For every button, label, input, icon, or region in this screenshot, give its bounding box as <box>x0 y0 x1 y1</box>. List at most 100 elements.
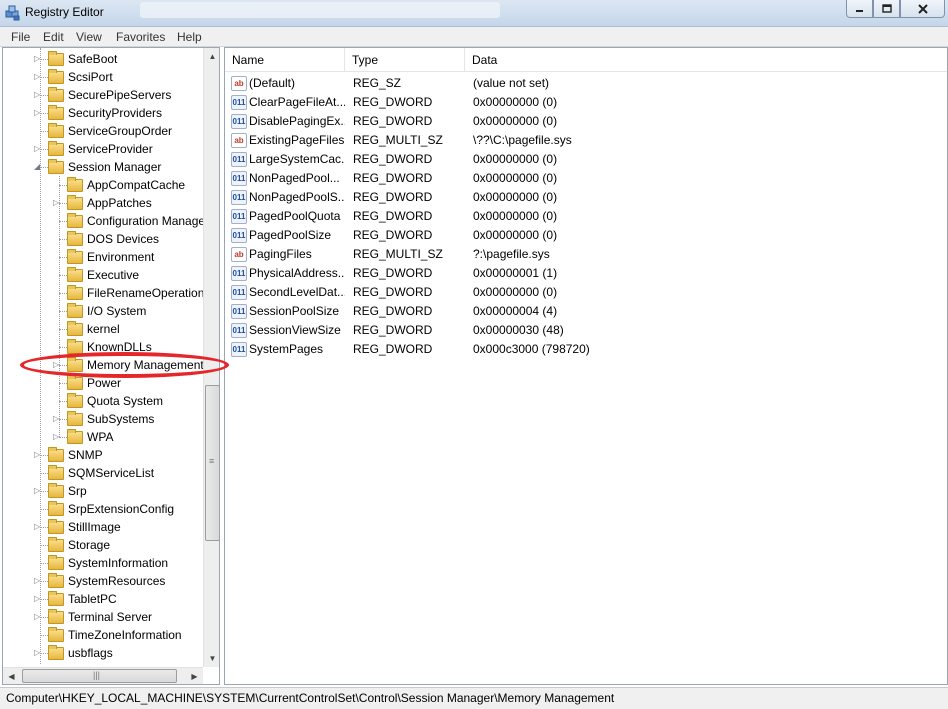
tree-item[interactable]: ▷ Srp <box>3 482 203 500</box>
tree-item[interactable]: ▷ StillImage <box>3 518 203 536</box>
expand-arrow-icon[interactable]: ▷ <box>34 572 44 590</box>
value-row[interactable]: 011 PagedPoolSize REG_DWORD 0x00000000 (0) <box>225 226 947 245</box>
tree-horizontal-scrollbar[interactable]: ◀ ||| ▶ <box>3 667 203 684</box>
tree-item[interactable]: ▷ SafeBoot <box>3 50 203 68</box>
maximize-button[interactable] <box>873 0 900 18</box>
tree-item[interactable]: ▷ TabletPC <box>3 590 203 608</box>
expand-arrow-icon[interactable]: ▷ <box>53 194 63 212</box>
value-row[interactable]: ab (Default) REG_SZ (value not set) <box>225 74 947 93</box>
tree-item[interactable]: ▷ AppPatches <box>3 194 203 212</box>
tree-item[interactable]: DOS Devices <box>3 230 203 248</box>
scroll-down-arrow-icon[interactable]: ▼ <box>204 650 219 667</box>
expand-arrow-icon[interactable]: ▷ <box>34 104 44 122</box>
tree-item[interactable]: Storage <box>3 536 203 554</box>
value-row[interactable]: 011 DisablePagingEx... REG_DWORD 0x00000000… <box>225 112 947 131</box>
value-row[interactable]: 011 LargeSystemCac... REG_DWORD 0x00000000 … <box>225 150 947 169</box>
tree-item[interactable]: ▷ SystemResources <box>3 572 203 590</box>
collapse-arrow-icon[interactable]: ◢ <box>34 158 44 176</box>
value-row[interactable]: 011 ClearPageFileAt... REG_DWORD 0x00000000… <box>225 93 947 112</box>
values-list-pane[interactable]: Name Type Data ab (Default) REG_SZ (value n… <box>224 47 948 685</box>
expand-arrow-icon[interactable]: ▷ <box>53 428 63 446</box>
column-header-name[interactable]: Name <box>225 48 345 72</box>
tree-item[interactable]: Configuration Manage <box>3 212 205 230</box>
folder-icon <box>48 573 64 588</box>
menu-file[interactable]: File <box>11 30 30 44</box>
value-name: LargeSystemCac... <box>249 152 345 166</box>
value-row[interactable]: 011 NonPagedPoolS... REG_DWORD 0x00000000 (… <box>225 188 947 207</box>
menu-edit[interactable]: Edit <box>43 30 64 44</box>
grip-icon: ||| <box>93 670 101 680</box>
expand-arrow-icon[interactable]: ▷ <box>34 590 44 608</box>
tree-item[interactable]: SystemInformation <box>3 554 203 572</box>
expand-arrow-icon[interactable]: ▷ <box>34 446 44 464</box>
close-button[interactable] <box>900 0 945 18</box>
scroll-left-arrow-icon[interactable]: ◀ <box>3 668 20 684</box>
expand-arrow-icon[interactable]: ▷ <box>34 518 44 536</box>
tree-item[interactable]: kernel <box>3 320 203 338</box>
tree-item[interactable]: Environment <box>3 248 203 266</box>
scroll-up-arrow-icon[interactable]: ▲ <box>204 48 219 65</box>
tree-connector <box>59 383 67 384</box>
value-type: REG_SZ <box>353 76 402 90</box>
tree-item[interactable]: ◢ Session Manager <box>3 158 203 176</box>
value-row[interactable]: 011 SystemPages REG_DWORD 0x000c3000 (79872… <box>225 340 947 359</box>
expand-arrow-icon[interactable]: ▷ <box>34 140 44 158</box>
expand-arrow-icon[interactable]: ▷ <box>34 50 44 68</box>
menu-help[interactable]: Help <box>177 30 202 44</box>
tree-item[interactable]: SQMServiceList <box>3 464 203 482</box>
tree-scroll-thumb[interactable]: ≡ <box>205 385 219 541</box>
tree-connector <box>59 221 67 222</box>
tree-item[interactable]: ▷ ServiceProvider <box>3 140 203 158</box>
column-header-data[interactable]: Data <box>465 48 947 72</box>
value-row[interactable]: ab PagingFiles REG_MULTI_SZ ?:\pagefile.sys <box>225 245 947 264</box>
expand-arrow-icon[interactable]: ▷ <box>34 482 44 500</box>
tree-hscroll-thumb[interactable]: ||| <box>22 669 177 683</box>
value-row[interactable]: 011 PhysicalAddress... REG_DWORD 0x00000001… <box>225 264 947 283</box>
value-name: SystemPages <box>249 342 324 356</box>
minimize-button[interactable] <box>846 0 873 18</box>
tree-item[interactable]: ▷ WPA <box>3 428 203 446</box>
menu-favorites[interactable]: Favorites <box>116 30 165 44</box>
value-name: PagedPoolSize <box>249 228 332 242</box>
tree-item[interactable]: Executive <box>3 266 203 284</box>
scroll-right-arrow-icon[interactable]: ▶ <box>186 668 203 684</box>
value-data: ?:\pagefile.sys <box>473 247 550 261</box>
tree-item[interactable]: FileRenameOperations <box>3 284 210 302</box>
string-value-icon: ab <box>231 133 247 148</box>
grip-icon: ≡ <box>209 456 215 466</box>
tree-item[interactable]: SrpExtensionConfig <box>3 500 203 518</box>
value-row[interactable]: ab ExistingPageFiles REG_MULTI_SZ \??\C:\pa… <box>225 131 947 150</box>
tree-item[interactable]: Quota System <box>3 392 203 410</box>
column-header-type[interactable]: Type <box>345 48 465 72</box>
tree-item[interactable]: ▷ SNMP <box>3 446 203 464</box>
value-row[interactable]: 011 SessionViewSize REG_DWORD 0x00000030 (4… <box>225 321 947 340</box>
tree-item[interactable]: ▷ ScsiPort <box>3 68 203 86</box>
tree-item[interactable]: ▷ Terminal Server <box>3 608 203 626</box>
tree-item[interactable]: ▷ SecurePipeServers <box>3 86 203 104</box>
tree-item[interactable]: AppCompatCache <box>3 176 203 194</box>
tree-item[interactable]: ServiceGroupOrder <box>3 122 203 140</box>
value-data: 0x000c3000 (798720) <box>473 342 590 356</box>
expand-arrow-icon[interactable]: ▷ <box>34 86 44 104</box>
tree-item[interactable]: ▷ SecurityProviders <box>3 104 203 122</box>
menu-view[interactable]: View <box>76 30 102 44</box>
value-row[interactable]: 011 SessionPoolSize REG_DWORD 0x00000004 (4… <box>225 302 947 321</box>
tree-item[interactable]: ▷ usbflags <box>3 644 203 662</box>
expand-arrow-icon[interactable]: ▷ <box>34 68 44 86</box>
tree-item[interactable]: I/O System <box>3 302 203 320</box>
value-row[interactable]: 011 NonPagedPool... REG_DWORD 0x00000000 (0… <box>225 169 947 188</box>
value-row[interactable]: 011 SecondLevelDat... REG_DWORD 0x00000000 … <box>225 283 947 302</box>
tree-item[interactable]: TimeZoneInformation <box>3 626 203 644</box>
value-row[interactable]: 011 PagedPoolQuota REG_DWORD 0x00000000 (0) <box>225 207 947 226</box>
folder-icon <box>48 609 64 624</box>
expand-arrow-icon[interactable]: ▷ <box>34 644 44 662</box>
folder-icon <box>48 501 64 516</box>
tree-item[interactable]: ▷ SubSystems <box>3 410 203 428</box>
expand-arrow-icon[interactable]: ▷ <box>34 608 44 626</box>
tree-connector <box>59 293 67 294</box>
value-type: REG_DWORD <box>353 323 433 337</box>
tree-connector <box>59 347 67 348</box>
value-name: SecondLevelDat... <box>249 285 345 299</box>
expand-arrow-icon[interactable]: ▷ <box>53 410 63 428</box>
value-data: 0x00000000 (0) <box>473 228 558 242</box>
